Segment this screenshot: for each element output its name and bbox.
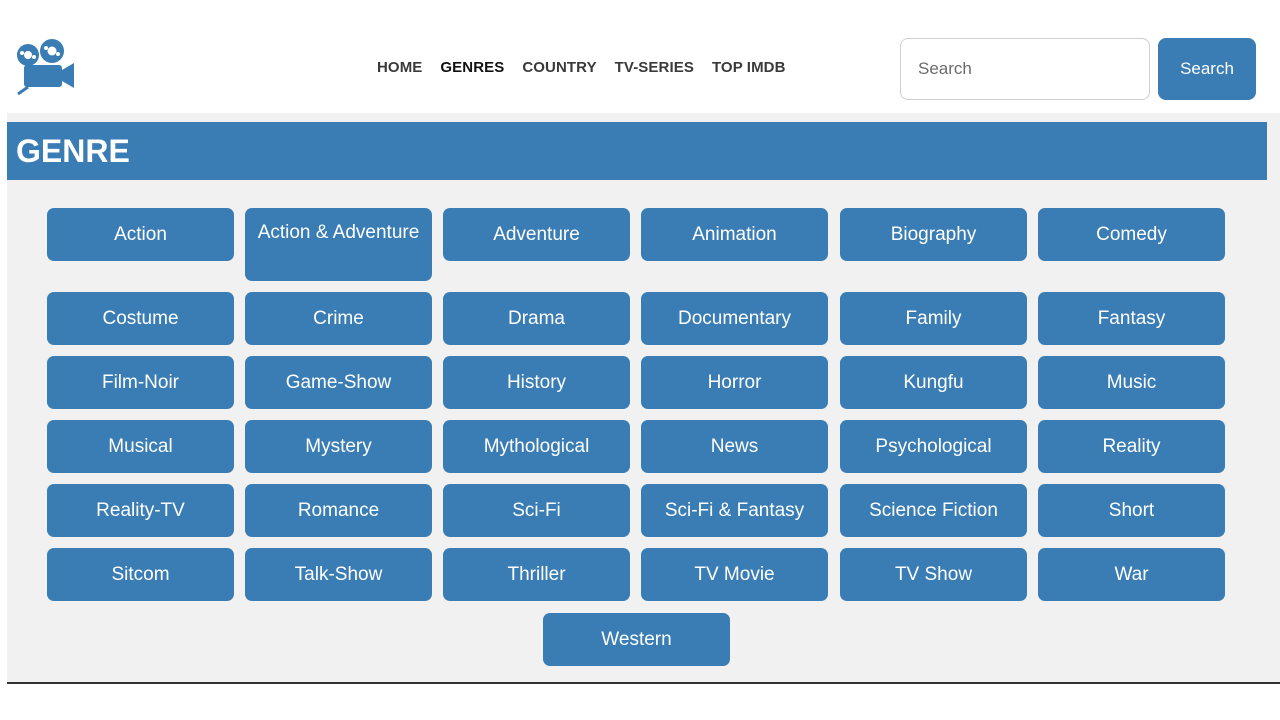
genre-science-fiction[interactable]: Science Fiction bbox=[840, 484, 1027, 537]
genre-crime[interactable]: Crime bbox=[245, 292, 432, 345]
genre-reality[interactable]: Reality bbox=[1038, 420, 1225, 473]
genre-sitcom[interactable]: Sitcom bbox=[47, 548, 234, 601]
genre-tv-show[interactable]: TV Show bbox=[840, 548, 1027, 601]
genre-adventure[interactable]: Adventure bbox=[443, 208, 630, 261]
nav-genres[interactable]: GENRES bbox=[440, 58, 504, 78]
genre-mystery[interactable]: Mystery bbox=[245, 420, 432, 473]
genre-drama[interactable]: Drama bbox=[443, 292, 630, 345]
genre-psychological[interactable]: Psychological bbox=[840, 420, 1027, 473]
genre-action[interactable]: Action bbox=[47, 208, 234, 261]
nav-country[interactable]: COUNTRY bbox=[522, 58, 596, 78]
genre-history[interactable]: History bbox=[443, 356, 630, 409]
main-nav: HOME GENRES COUNTRY TV-SERIES TOP IMDB bbox=[377, 58, 804, 78]
genre-war[interactable]: War bbox=[1038, 548, 1225, 601]
genre-musical[interactable]: Musical bbox=[47, 420, 234, 473]
genre-game-show[interactable]: Game-Show bbox=[245, 356, 432, 409]
genre-documentary[interactable]: Documentary bbox=[641, 292, 828, 345]
genre-mythological[interactable]: Mythological bbox=[443, 420, 630, 473]
genre-fantasy[interactable]: Fantasy bbox=[1038, 292, 1225, 345]
genre-sci-fi[interactable]: Sci-Fi bbox=[443, 484, 630, 537]
genre-romance[interactable]: Romance bbox=[245, 484, 432, 537]
site-header: HOME GENRES COUNTRY TV-SERIES TOP IMDB S… bbox=[0, 0, 1280, 110]
genre-comedy[interactable]: Comedy bbox=[1038, 208, 1225, 261]
section-header: GENRE bbox=[7, 122, 1267, 180]
genre-biography[interactable]: Biography bbox=[840, 208, 1027, 261]
search-input[interactable] bbox=[900, 38, 1150, 100]
genre-talk-show[interactable]: Talk-Show bbox=[245, 548, 432, 601]
genre-thriller[interactable]: Thriller bbox=[443, 548, 630, 601]
genre-news[interactable]: News bbox=[641, 420, 828, 473]
genre-animation[interactable]: Animation bbox=[641, 208, 828, 261]
genre-kungfu[interactable]: Kungfu bbox=[840, 356, 1027, 409]
genre-short[interactable]: Short bbox=[1038, 484, 1225, 537]
nav-home[interactable]: HOME bbox=[377, 58, 422, 78]
genre-sci-fi-fantasy[interactable]: Sci-Fi & Fantasy bbox=[641, 484, 828, 537]
section-title: GENRE bbox=[16, 133, 130, 169]
nav-top-imdb[interactable]: TOP IMDB bbox=[712, 58, 786, 78]
genre-film-noir[interactable]: Film-Noir bbox=[47, 356, 234, 409]
genre-costume[interactable]: Costume bbox=[47, 292, 234, 345]
nav-tv-series[interactable]: TV-SERIES bbox=[615, 58, 694, 78]
genre-action-adventure[interactable]: Action & Adventure bbox=[245, 208, 432, 281]
genre-western[interactable]: Western bbox=[543, 613, 730, 666]
genre-horror[interactable]: Horror bbox=[641, 356, 828, 409]
movie-camera-icon[interactable] bbox=[14, 38, 78, 96]
genre-music[interactable]: Music bbox=[1038, 356, 1225, 409]
genre-reality-tv[interactable]: Reality-TV bbox=[47, 484, 234, 537]
genre-tv-movie[interactable]: TV Movie bbox=[641, 548, 828, 601]
genre-family[interactable]: Family bbox=[840, 292, 1027, 345]
search-button[interactable]: Search bbox=[1158, 38, 1256, 100]
genre-panel: GENRE Action Action & Adventure Adventur… bbox=[7, 113, 1280, 684]
